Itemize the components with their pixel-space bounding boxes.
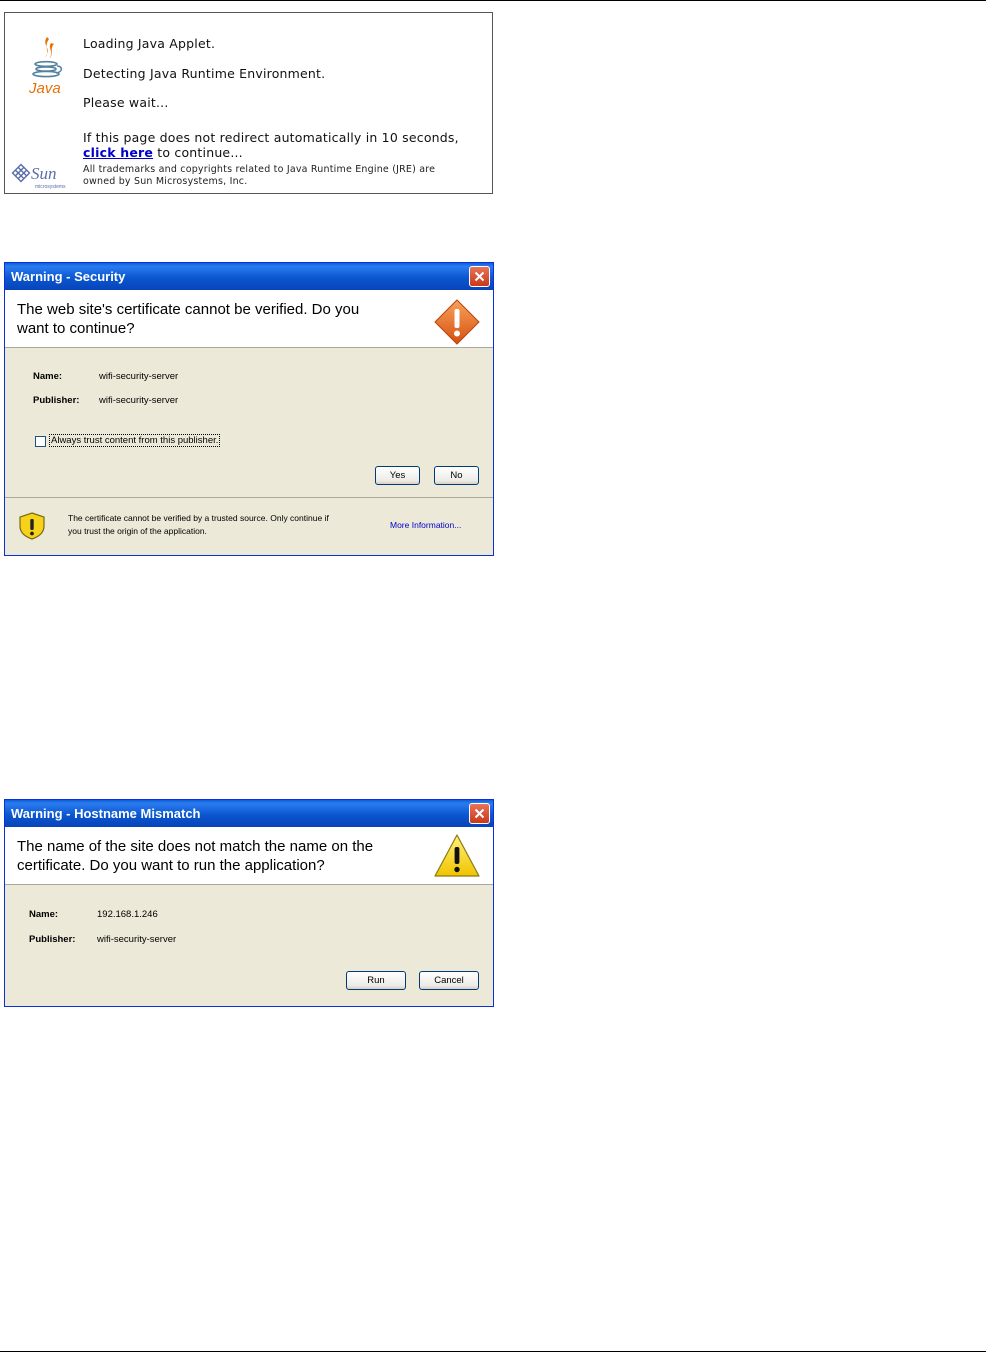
run-button[interactable]: Run — [346, 971, 406, 990]
hostname-mismatch-dialog: Warning - Hostname Mismatch The name of … — [4, 799, 494, 1007]
dialog-titlebar[interactable]: Warning - Hostname Mismatch — [5, 800, 493, 827]
question-line-2: want to continue? — [17, 319, 135, 337]
dialog-header: The name of the site does not match the … — [5, 827, 493, 885]
close-icon — [474, 808, 485, 819]
close-button[interactable] — [469, 266, 490, 287]
yes-button[interactable]: Yes — [375, 466, 420, 485]
publisher-value: wifi-security-server — [97, 934, 177, 945]
close-button[interactable] — [469, 803, 490, 824]
name-label: Name: — [33, 371, 63, 382]
dialog-titlebar[interactable]: Warning - Security — [5, 263, 493, 290]
svg-text:microsystems: microsystems — [35, 184, 66, 190]
close-icon — [474, 271, 485, 282]
question-line-1: The name of the site does not match the … — [17, 838, 374, 855]
footer-line-1: The certificate cannot be verified by a … — [68, 513, 329, 523]
no-button[interactable]: No — [434, 466, 479, 485]
security-warning-dialog: Warning - Security The web site's certif… — [4, 262, 494, 556]
trademark-text-2: owned by Sun Microsystems, Inc. — [83, 176, 248, 187]
dialog-question: The name of the site does not match the … — [17, 838, 373, 875]
dialog-question: The web site's certificate cannot be ver… — [17, 301, 359, 338]
continue-line: click here to continue... — [83, 145, 243, 160]
sun-microsystems-logo-icon: Sun microsystems — [11, 163, 66, 190]
more-information-link[interactable]: More Information... — [390, 520, 461, 530]
footer-message: The certificate cannot be verified by a … — [68, 512, 329, 538]
svg-text:Sun: Sun — [31, 164, 57, 183]
name-value: 192.168.1.246 — [97, 909, 158, 920]
publisher-value: wifi-security-server — [99, 395, 179, 406]
dialog-body: Name: 192.168.1.246 Publisher: wifi-secu… — [5, 885, 493, 1007]
java-logo-icon: Java — [28, 37, 63, 97]
continue-text: to continue... — [153, 145, 243, 160]
trademark-text-1: All trademarks and copyrights related to… — [83, 164, 436, 175]
publisher-label: Publisher: — [33, 395, 80, 406]
question-line-1: The web site's certificate cannot be ver… — [17, 301, 360, 318]
redirect-text: If this page does not redirect automatic… — [83, 130, 459, 145]
click-here-link[interactable]: click here — [83, 145, 153, 160]
please-wait-text: Please wait... — [83, 95, 169, 110]
always-trust-label[interactable]: Always trust content from this publisher… — [48, 434, 221, 447]
warning-diamond-icon — [434, 299, 480, 345]
dialog-body: Name: wifi-security-server Publisher: wi… — [5, 348, 493, 498]
svg-text:Java: Java — [28, 80, 61, 97]
loading-text: Loading Java Applet. — [83, 36, 216, 51]
dialog-title: Warning - Hostname Mismatch — [11, 806, 201, 821]
name-label: Name: — [29, 909, 59, 920]
always-trust-checkbox[interactable] — [35, 436, 46, 447]
dialog-header: The web site's certificate cannot be ver… — [5, 290, 493, 348]
cancel-button[interactable]: Cancel — [419, 971, 479, 990]
shield-warning-icon — [19, 512, 45, 540]
footer-line-2: you trust the origin of the application. — [68, 526, 207, 536]
detecting-text: Detecting Java Runtime Environment. — [83, 66, 326, 81]
publisher-label: Publisher: — [29, 934, 76, 945]
java-loader-panel: Java Loading Java Applet. Detecting Java… — [4, 12, 493, 194]
warning-triangle-icon — [434, 834, 480, 877]
name-value: wifi-security-server — [99, 371, 179, 382]
dialog-footer: The certificate cannot be verified by a … — [5, 497, 493, 555]
question-line-2: certificate. Do you want to run the appl… — [17, 856, 325, 874]
dialog-title: Warning - Security — [11, 269, 126, 284]
page-top-rule — [0, 0, 986, 1]
